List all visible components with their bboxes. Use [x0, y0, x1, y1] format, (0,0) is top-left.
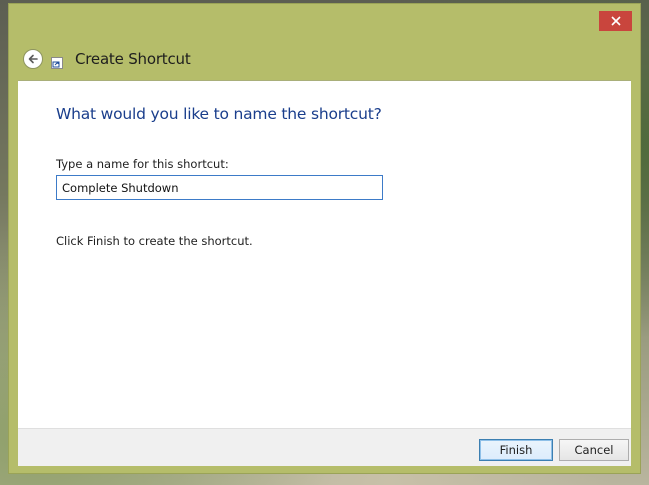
shortcut-name-label: Type a name for this shortcut:: [56, 157, 229, 171]
window-title: Create Shortcut: [75, 50, 191, 68]
shortcut-name-input[interactable]: [56, 175, 383, 200]
cancel-button[interactable]: Cancel: [559, 439, 629, 461]
finish-button[interactable]: Finish: [479, 439, 553, 461]
close-button[interactable]: [599, 11, 632, 31]
shortcut-icon: [51, 54, 63, 69]
wizard-content: What would you like to name the shortcut…: [18, 80, 631, 428]
create-shortcut-window: Create Shortcut What would you like to n…: [8, 3, 641, 474]
title-bar: Create Shortcut: [9, 40, 640, 80]
desktop-background: Create Shortcut What would you like to n…: [0, 0, 649, 485]
close-icon: [610, 16, 621, 26]
back-button[interactable]: [23, 49, 43, 69]
back-arrow-icon: [27, 50, 39, 69]
instruction-text: Click Finish to create the shortcut.: [56, 234, 253, 248]
button-bar: Finish Cancel: [18, 428, 631, 466]
page-heading: What would you like to name the shortcut…: [56, 105, 382, 123]
